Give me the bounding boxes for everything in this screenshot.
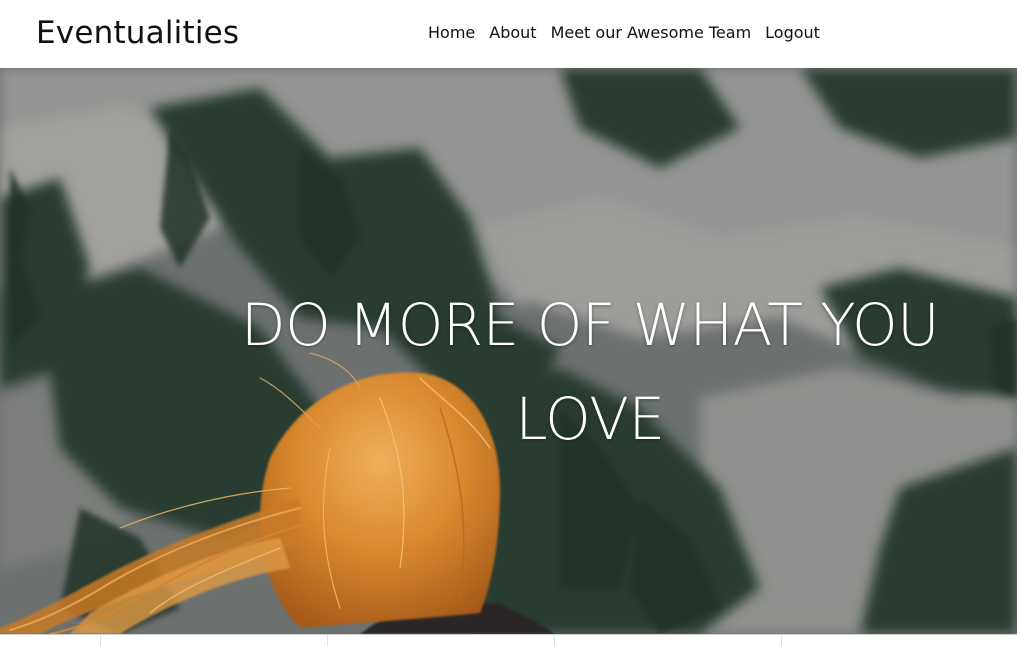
site-header: Eventualities Home About Meet our Awesom… <box>0 0 1017 68</box>
nav-home-link[interactable]: Home <box>421 22 482 44</box>
hero-headline-line-1: DO MORE OF WHAT YOU <box>240 291 940 359</box>
content-section-edge <box>0 634 1017 646</box>
column-divider <box>327 635 328 646</box>
nav-about-link[interactable]: About <box>482 22 543 44</box>
main-nav: Home About Meet our Awesome Team Logout <box>421 22 827 44</box>
hero-headline: DO MORE OF WHAT YOU LOVE <box>210 278 970 466</box>
hero-headline-line-2: LOVE <box>515 385 665 453</box>
column-divider <box>554 635 555 646</box>
nav-logout-link[interactable]: Logout <box>758 22 827 44</box>
hero-banner: DO MORE OF WHAT YOU LOVE <box>0 68 1017 634</box>
column-divider <box>781 635 782 646</box>
column-divider <box>100 635 101 646</box>
brand-logo[interactable]: Eventualities <box>36 15 239 51</box>
nav-team-link[interactable]: Meet our Awesome Team <box>544 22 759 44</box>
